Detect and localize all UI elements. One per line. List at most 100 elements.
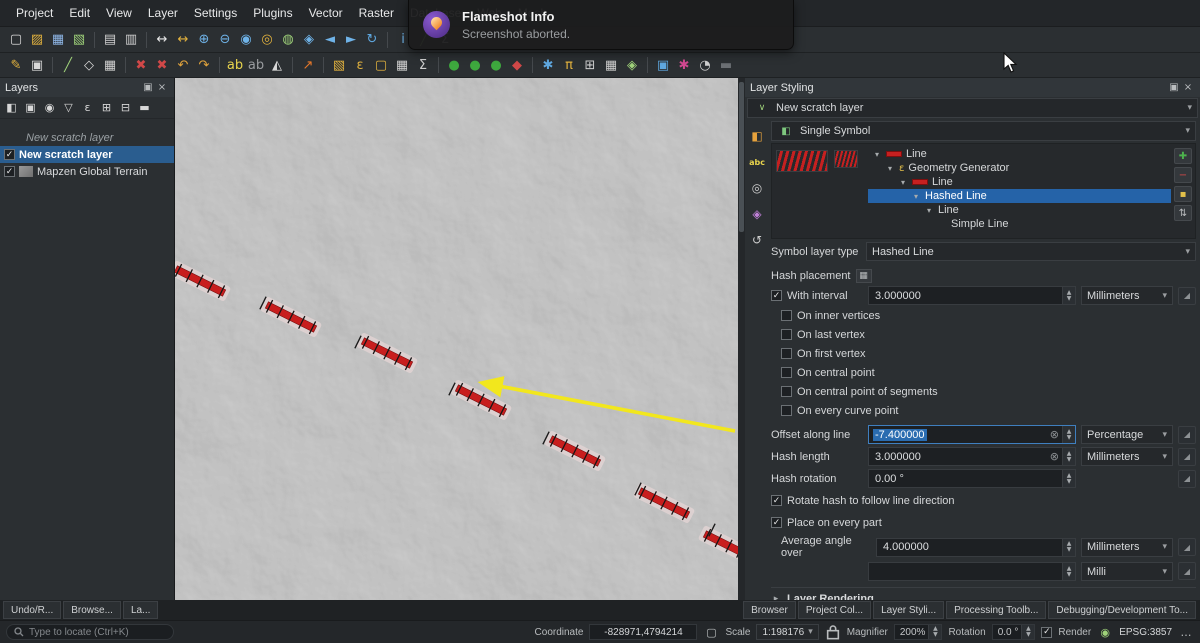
vertex-tool-icon[interactable]: ◇ bbox=[79, 55, 99, 75]
spin-buttons[interactable]: ▲ ▼ bbox=[1062, 287, 1075, 304]
pan-map-icon[interactable]: ↔ bbox=[152, 30, 172, 50]
layer-diagram-icon[interactable]: ab bbox=[246, 55, 266, 75]
undock-panel-icon[interactable]: ▣ bbox=[141, 81, 155, 95]
symbol-tree-item-simple-line[interactable]: Simple Line bbox=[868, 217, 1171, 231]
processing-toolbox-icon[interactable]: ✱ bbox=[538, 55, 558, 75]
temporal-controller-icon[interactable]: ◔ bbox=[695, 55, 715, 75]
dock-tab-projectcol[interactable]: Project Col... bbox=[797, 601, 872, 619]
snapping-options-icon[interactable]: ◆ bbox=[507, 55, 527, 75]
menu-raster[interactable]: Raster bbox=[351, 1, 402, 25]
locate-input[interactable]: Type to locate (Ctrl+K) bbox=[6, 624, 174, 640]
placement-option[interactable]: On first vertex bbox=[781, 345, 1196, 362]
close-panel-icon[interactable]: × bbox=[155, 81, 169, 95]
expander-icon[interactable]: ▾ bbox=[885, 164, 895, 173]
zoom-last-icon[interactable]: ◄ bbox=[320, 30, 340, 50]
interval-input[interactable]: 3.000000 ▲ ▼ bbox=[868, 286, 1076, 305]
symbol-preview[interactable] bbox=[834, 150, 858, 168]
expander-icon[interactable]: ▾ bbox=[924, 206, 934, 215]
data-defined-override-icon[interactable]: ◢ bbox=[1178, 538, 1196, 556]
vertex-marker-c-icon[interactable]: ● bbox=[486, 55, 506, 75]
lock-symbol-layer-button[interactable]: ▪ bbox=[1174, 186, 1192, 202]
interval-unit-combo[interactable]: Millimeters ▾ bbox=[1081, 286, 1173, 305]
expander-icon[interactable]: ▾ bbox=[872, 150, 882, 159]
project-save-as-icon[interactable]: ▧ bbox=[69, 30, 89, 50]
pan-to-selection-icon[interactable]: ↔ bbox=[173, 30, 193, 50]
open-layer-styling-icon[interactable]: ◧ bbox=[3, 99, 20, 116]
vertex-marker-b-icon[interactable]: ● bbox=[465, 55, 485, 75]
layout-manager-icon[interactable]: ▥ bbox=[121, 30, 141, 50]
placement-option[interactable]: On every curve point bbox=[781, 402, 1196, 419]
menu-plugins[interactable]: Plugins bbox=[245, 1, 300, 25]
clipped-input[interactable]: ▲ ▼ bbox=[868, 562, 1076, 581]
spin-buttons[interactable]: ▲ ▼ bbox=[1062, 426, 1075, 443]
clear-icon[interactable]: ⊗ bbox=[1047, 428, 1062, 441]
flameshot-notification[interactable]: Flameshot Info Screenshot aborted. bbox=[408, 0, 794, 50]
filter-by-expression-icon[interactable]: ε bbox=[79, 99, 96, 116]
symbol-tree-item-line[interactable]: ▾ Line bbox=[868, 175, 1171, 189]
rotate-follow-checkbox[interactable] bbox=[771, 495, 782, 506]
raster-calculator-icon[interactable]: ▦ bbox=[601, 55, 621, 75]
symbol-tree-item-geometry-generator[interactable]: ▾ ε Geometry Generator bbox=[868, 161, 1171, 175]
magnifier-spin[interactable]: 200% ▲ ▼ bbox=[893, 624, 943, 640]
undock-panel-icon[interactable]: ▣ bbox=[1167, 81, 1181, 95]
average-angle-input[interactable]: 4.000000 ▲ ▼ bbox=[876, 537, 1076, 557]
undo-icon[interactable]: ↶ bbox=[173, 55, 193, 75]
lock-icon[interactable] bbox=[825, 624, 841, 640]
close-panel-icon[interactable]: × bbox=[1181, 81, 1195, 95]
python-console-icon[interactable]: π bbox=[559, 55, 579, 75]
project-save-icon[interactable]: ▦ bbox=[48, 30, 68, 50]
dock-tab-browser[interactable]: Browser bbox=[743, 601, 796, 619]
project-new-icon[interactable]: ▢ bbox=[6, 30, 26, 50]
checkbox-icon[interactable] bbox=[781, 386, 792, 397]
expand-all-icon[interactable]: ⊞ bbox=[98, 99, 115, 116]
expander-icon[interactable]: ▾ bbox=[911, 192, 921, 201]
layer-rendering-header[interactable]: ▸ Layer Rendering bbox=[771, 587, 1196, 600]
zoom-out-icon[interactable]: ⊖ bbox=[215, 30, 235, 50]
data-defined-override-icon[interactable]: ◢ bbox=[1178, 425, 1196, 444]
select-features-icon[interactable]: ▧ bbox=[329, 55, 349, 75]
field-calculator-icon[interactable]: Σ bbox=[413, 55, 433, 75]
project-open-icon[interactable]: ▨ bbox=[27, 30, 47, 50]
bookmarks-icon[interactable]: ✱ bbox=[674, 55, 694, 75]
modify-attributes-icon[interactable]: ▦ bbox=[100, 55, 120, 75]
dock-tab-layerstyli[interactable]: Layer Styli... bbox=[873, 601, 945, 619]
collapse-all-icon[interactable]: ⊟ bbox=[117, 99, 134, 116]
data-defined-override-icon[interactable]: ◢ bbox=[1178, 562, 1196, 580]
add-line-feature-icon[interactable]: ╱ bbox=[58, 55, 78, 75]
offset-along-line-input[interactable]: -7.400000 ⊗ ▲ ▼ bbox=[868, 425, 1076, 444]
data-defined-override-icon[interactable]: ◢ bbox=[1178, 469, 1196, 488]
checkbox-icon[interactable] bbox=[781, 329, 792, 340]
toggle-editing-icon[interactable]: ✎ bbox=[6, 55, 26, 75]
place-every-part-checkbox[interactable] bbox=[771, 517, 782, 528]
georeferencer-icon[interactable]: ◈ bbox=[622, 55, 642, 75]
symbol-layer-type-combo[interactable]: Hashed Line ▾ bbox=[866, 242, 1196, 261]
dock-tab-debuggingdevelopmentto[interactable]: Debugging/Development To... bbox=[1048, 601, 1196, 619]
layer-visibility-checkbox[interactable] bbox=[4, 166, 15, 177]
data-source-manager-icon[interactable]: ⊞ bbox=[580, 55, 600, 75]
symbol-tree-item-line[interactable]: ▾ Line bbox=[868, 147, 1171, 161]
layer-item[interactable]: New scratch layer bbox=[0, 129, 174, 146]
new-print-layout-icon[interactable]: ▤ bbox=[100, 30, 120, 50]
render-checkbox[interactable] bbox=[1041, 626, 1053, 638]
data-defined-override-icon[interactable]: ◢ bbox=[1178, 286, 1196, 305]
checkbox-icon[interactable] bbox=[781, 310, 792, 321]
cut-features-icon[interactable]: ✖ bbox=[131, 55, 151, 75]
rotation-spin[interactable]: 0.0 ° ▲ ▼ bbox=[991, 624, 1036, 640]
spin-buttons[interactable]: ▲ ▼ bbox=[1062, 470, 1075, 487]
menu-settings[interactable]: Settings bbox=[186, 1, 245, 25]
menu-layer[interactable]: Layer bbox=[140, 1, 186, 25]
spin-buttons[interactable]: ▲ ▼ bbox=[1062, 563, 1075, 580]
add-group-icon[interactable]: ▣ bbox=[22, 99, 39, 116]
filter-legend-icon[interactable]: ▽ bbox=[60, 99, 77, 116]
extents-icon[interactable]: ▢ bbox=[703, 624, 719, 640]
vertex-marker-a-icon[interactable]: ● bbox=[444, 55, 464, 75]
map-canvas[interactable] bbox=[175, 78, 738, 600]
messages-icon[interactable]: … bbox=[1178, 624, 1194, 640]
checkbox-icon[interactable] bbox=[781, 405, 792, 416]
zoom-to-layer-icon[interactable]: ◈ bbox=[299, 30, 319, 50]
history-icon[interactable]: ↺ bbox=[748, 231, 766, 249]
menu-project[interactable]: Project bbox=[8, 1, 61, 25]
dock-tab-browse[interactable]: Browse... bbox=[63, 601, 121, 619]
labels-icon[interactable]: abc bbox=[748, 153, 766, 171]
styling-layer-selector[interactable]: ∨ New scratch layer ▾ bbox=[747, 98, 1198, 118]
